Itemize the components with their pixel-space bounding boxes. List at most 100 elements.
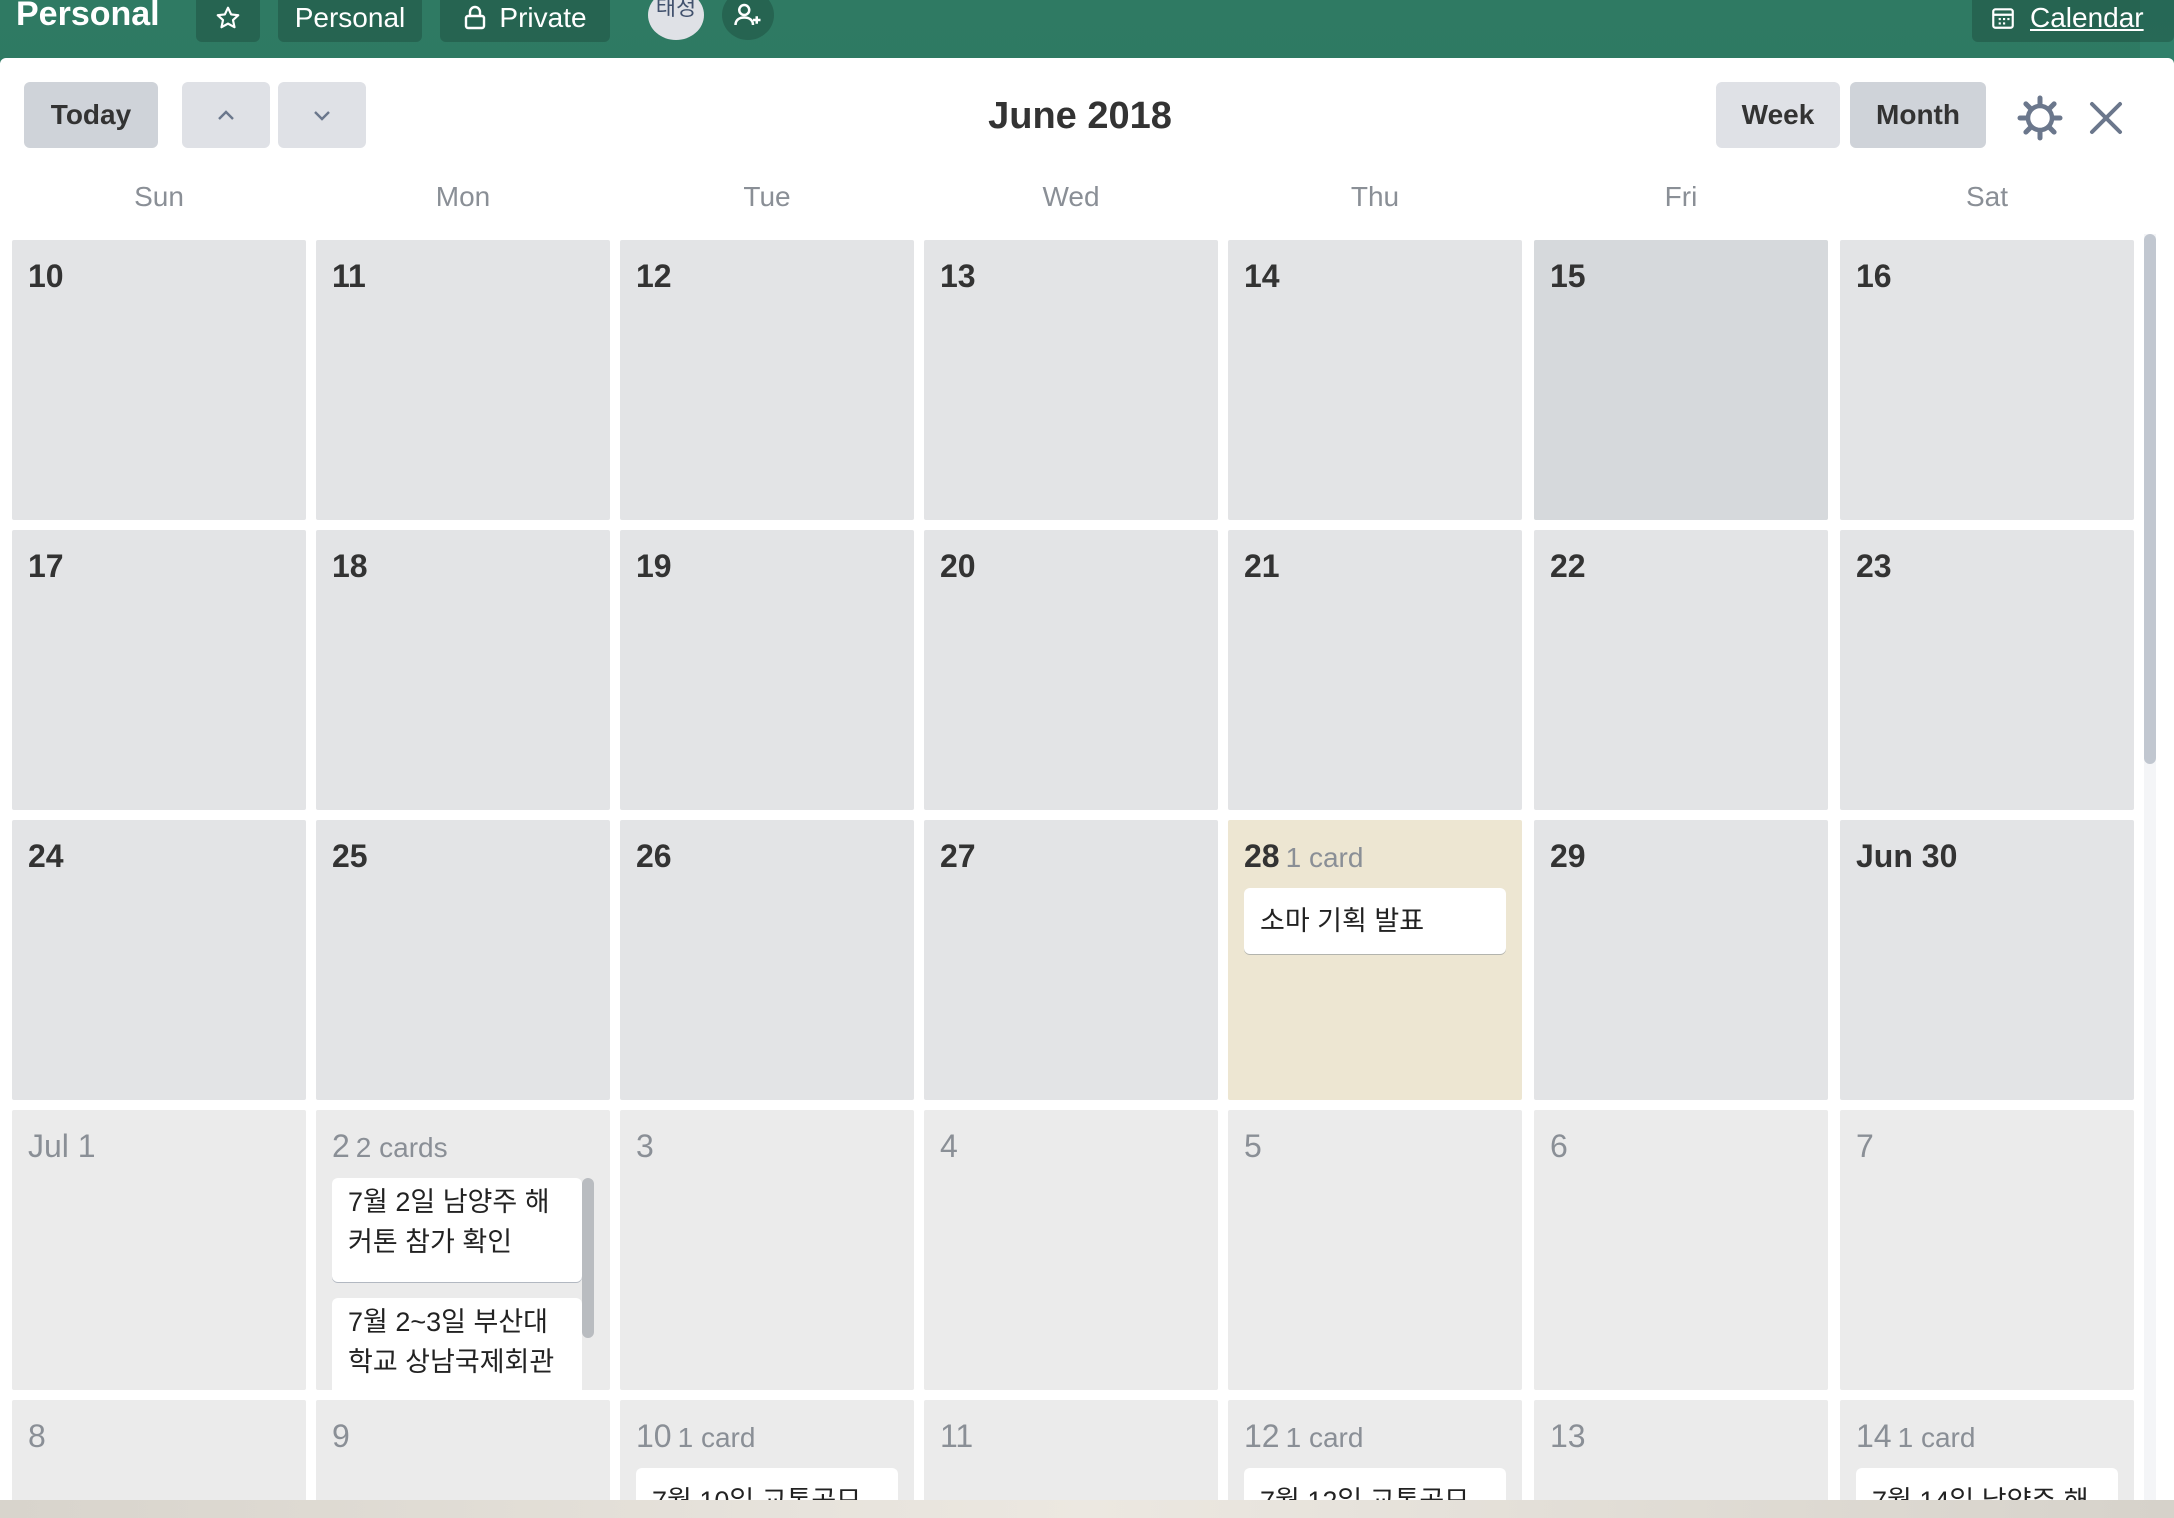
day-number: 22 <box>1550 548 1586 585</box>
board-title[interactable]: Personal <box>16 0 160 42</box>
calendar-day-cell[interactable]: 17 <box>12 530 306 810</box>
card-count: 1 card <box>1285 1422 1364 1453</box>
lock-icon <box>465 5 486 30</box>
calendar-card[interactable]: 소마 기획 발표 <box>1244 888 1506 954</box>
calendar-link-label: Calendar <box>2030 2 2144 33</box>
calendar-card[interactable]: 7월 10일 교통공모전 <box>636 1468 898 1500</box>
calendar-scrollbar[interactable] <box>2144 234 2156 764</box>
calendar-powerup-button[interactable]: Calendar <box>1972 0 2174 42</box>
star-board-button[interactable] <box>196 0 260 42</box>
close-button[interactable] <box>2084 96 2128 140</box>
settings-button[interactable] <box>2016 94 2064 142</box>
weekday-label-thu: Thu <box>1350 181 1400 212</box>
card-count: 1 card <box>1285 842 1364 873</box>
calendar-day-cell[interactable]: 21 <box>1228 530 1522 810</box>
calendar-day-cell[interactable]: 9 <box>316 1400 610 1500</box>
day-number: 7 <box>1856 1128 1874 1165</box>
calendar-day-cell[interactable]: 5 <box>1228 1110 1522 1390</box>
member-avatar[interactable]: 태정 <box>648 0 704 40</box>
day-number: 17 <box>28 548 64 585</box>
calendar-day-cell[interactable]: 22 cards 7월 2일 남양주 해커톤 참가 확인 7월 2~3일 부산대학교… <box>316 1110 610 1390</box>
calendar-day-cell[interactable]: 24 <box>12 820 306 1100</box>
day-label: 15 <box>1550 258 1586 294</box>
calendar-day-cell[interactable]: 22 <box>1534 530 1828 810</box>
calendar-day-cell[interactable]: 13 <box>924 240 1218 520</box>
calendar-day-cell[interactable]: 7 <box>1840 1110 2134 1390</box>
calendar-card[interactable]: 7월 14일 남양주 해 <box>1856 1468 2118 1500</box>
day-label: Jun 30 <box>1856 838 1958 874</box>
team-label: Personal <box>294 2 406 33</box>
day-number: 10 <box>28 258 64 295</box>
calendar-day-cell[interactable]: 10 <box>12 240 306 520</box>
day-label: 13 <box>940 258 976 294</box>
board-background-bottom <box>0 1500 2174 1518</box>
calendar-day-cell[interactable]: 4 <box>924 1110 1218 1390</box>
day-label: 29 <box>1550 838 1586 874</box>
calendar-icon <box>1992 8 2014 29</box>
calendar-day-cell[interactable]: 20 <box>924 530 1218 810</box>
calendar-day-cell[interactable]: 13 <box>1534 1400 1828 1500</box>
month-title: June 2018 <box>988 95 1172 137</box>
previous-period-button[interactable] <box>182 82 270 148</box>
visibility-label: Private <box>499 2 587 33</box>
calendar-day-cell[interactable]: 14 <box>1228 240 1522 520</box>
chevron-down-icon <box>314 111 330 121</box>
day-number: 12 <box>636 258 672 295</box>
next-period-button[interactable] <box>278 82 366 148</box>
calendar-card[interactable]: 7월 2일 남양주 해커톤 참가 확인 <box>332 1178 582 1282</box>
day-label: 10 <box>636 1418 672 1454</box>
day-number: 15 <box>1550 258 1586 295</box>
calendar-day-cell[interactable]: 15 <box>1534 240 1828 520</box>
calendar-day-cell[interactable]: 26 <box>620 820 914 1100</box>
invite-member-button[interactable] <box>722 0 774 40</box>
day-number: 9 <box>332 1418 350 1455</box>
calendar-day-cell[interactable]: 11 <box>924 1400 1218 1500</box>
calendar-day-cell[interactable]: 25 <box>316 820 610 1100</box>
calendar-day-cell[interactable]: 6 <box>1534 1110 1828 1390</box>
calendar-day-cell[interactable]: 18 <box>316 530 610 810</box>
day-number: 29 <box>1550 838 1586 875</box>
day-number: 25 <box>332 838 368 875</box>
day-number: 24 <box>28 838 64 875</box>
day-label: Jul 1 <box>28 1128 96 1164</box>
calendar-card[interactable]: 7월 12일 교통공모전 <box>1244 1468 1506 1500</box>
calendar-day-cell[interactable]: 11 <box>316 240 610 520</box>
calendar-day-cell[interactable]: 16 <box>1840 240 2134 520</box>
day-label: 26 <box>636 838 672 874</box>
calendar-day-cell[interactable]: 3 <box>620 1110 914 1390</box>
calendar-day-cell[interactable]: 23 <box>1840 530 2134 810</box>
avatar-initials: 태정 <box>655 0 697 20</box>
calendar-day-cell[interactable]: 28 1 card 소마 기획 발표 <box>1228 820 1522 1100</box>
day-number: 13 <box>1550 1418 1586 1455</box>
month-view-button[interactable]: Month <box>1850 82 1986 148</box>
week-view-button[interactable]: Week <box>1716 82 1840 148</box>
day-number: 8 <box>28 1418 46 1455</box>
day-number: 16 <box>1856 258 1892 295</box>
calendar-day-cell[interactable]: Jun 30 <box>1840 820 2134 1100</box>
day-label: 14 <box>1244 258 1280 294</box>
calendar-day-cell[interactable]: 12 <box>620 240 914 520</box>
day-label: 22 <box>1550 548 1586 584</box>
day-label: 23 <box>1856 548 1892 584</box>
calendar-day-cell[interactable]: 19 <box>620 530 914 810</box>
calendar-day-cell[interactable]: 141 card 7월 14일 남양주 해 <box>1840 1400 2134 1500</box>
day-label: 2 <box>332 1128 350 1164</box>
calendar-day-cell[interactable]: 8 <box>12 1400 306 1500</box>
today-button[interactable]: Today <box>24 82 158 148</box>
day-label: 11 <box>332 258 366 294</box>
weekday-label-fri: Fri <box>1664 181 1698 212</box>
calendar-day-cell[interactable]: 29 <box>1534 820 1828 1100</box>
day-label: 16 <box>1856 258 1892 294</box>
cell-card-scrollbar[interactable] <box>582 1178 594 1338</box>
calendar-day-cell[interactable]: 27 <box>924 820 1218 1100</box>
calendar-day-cell[interactable]: 121 card 7월 12일 교통공모전 <box>1228 1400 1522 1500</box>
calendar-day-cell[interactable]: Jul 1 <box>12 1110 306 1390</box>
day-number: 5 <box>1244 1128 1262 1165</box>
calendar-card[interactable]: 7월 2~3일 부산대학교 상남국제회관 <box>332 1298 582 1390</box>
visibility-button[interactable]: Private <box>440 0 610 42</box>
team-button[interactable]: Personal <box>278 0 422 42</box>
day-number: 4 <box>940 1128 958 1165</box>
day-number: 12 1 card <box>1244 1418 1363 1455</box>
calendar-day-cell[interactable]: 101 card 7월 10일 교통공모전 <box>620 1400 914 1500</box>
day-number: Jul 1 <box>28 1128 96 1165</box>
